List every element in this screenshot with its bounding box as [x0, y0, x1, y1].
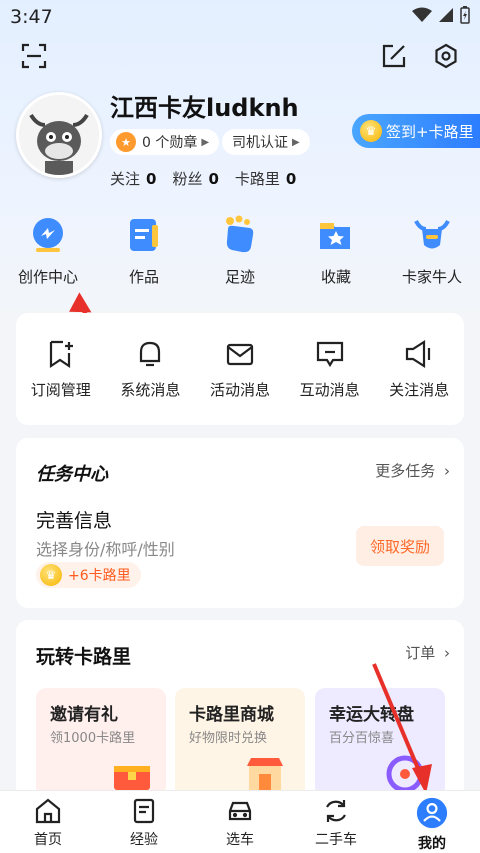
bell-icon: [140, 341, 161, 367]
msg-subscribe[interactable]: 订阅管理: [18, 339, 104, 400]
chevron-right-icon: ›: [444, 462, 450, 480]
battery-icon: [460, 6, 470, 24]
tab-home[interactable]: 首页: [8, 791, 88, 853]
quick-actions: 创作中心 作品 足迹 收藏 卡家牛人: [0, 212, 480, 287]
subscribe-icon: [49, 340, 73, 369]
crown-coin-icon: ♛: [40, 564, 62, 586]
footprint-icon: [217, 212, 263, 258]
document-icon: [133, 798, 155, 824]
driver-cert-pill[interactable]: 司机认证 ▶: [222, 129, 310, 155]
more-tasks-link[interactable]: 更多任务 ›: [375, 460, 450, 481]
chevron-right-icon: ▶: [292, 136, 300, 148]
treasure-chest-icon: [114, 766, 150, 790]
quick-expert[interactable]: 卡家牛人: [387, 212, 477, 287]
settings-icon[interactable]: [430, 40, 462, 72]
quick-favorites[interactable]: 收藏: [291, 212, 381, 287]
task-name: 完善信息: [36, 510, 113, 532]
claim-reward-button[interactable]: 领取奖励: [356, 526, 444, 566]
medals-label: 0 个勋章: [142, 135, 198, 151]
profile-icon: [416, 797, 448, 829]
invite-card[interactable]: 邀请有礼 领1000卡路里: [36, 688, 166, 798]
favorites-icon: [313, 212, 359, 258]
tab-used-car[interactable]: 二手车: [296, 791, 376, 853]
chevron-right-icon: ▶: [201, 136, 210, 148]
works-icon: [121, 212, 167, 258]
home-icon: [35, 798, 61, 824]
expert-icon: [409, 212, 455, 258]
task-center-card: 任务中心 更多任务 › 完善信息 选择身份/称呼/性别 ♛ +6卡路里 领取奖励: [16, 438, 464, 608]
mail-icon: [226, 343, 254, 366]
mall-card[interactable]: 卡路里商城 好物限时兑换: [175, 688, 305, 798]
creation-center-icon: [25, 212, 71, 258]
tab-experience[interactable]: 经验: [104, 791, 184, 853]
task-subtitle: 选择身份/称呼/性别: [36, 540, 175, 559]
msg-follow[interactable]: 关注消息: [376, 339, 462, 400]
scan-icon[interactable]: [18, 40, 50, 72]
reward-label: +6卡路里: [68, 568, 131, 584]
car-icon: [228, 801, 252, 821]
signal-icon: [439, 8, 453, 22]
msg-activity[interactable]: 活动消息: [197, 339, 283, 400]
fun-title: 玩转卡路里: [36, 646, 132, 668]
annotation-arrow-down: [372, 663, 432, 794]
driver-cert-label: 司机认证: [232, 135, 288, 151]
crown-coin-icon: ♛: [360, 120, 382, 142]
quick-footprint[interactable]: 足迹: [195, 212, 285, 287]
edit-icon[interactable]: [378, 40, 410, 72]
checkin-label: 签到+卡路里: [386, 122, 474, 141]
quick-works[interactable]: 作品: [99, 212, 189, 287]
reward-pill: ♛ +6卡路里: [36, 562, 141, 588]
wifi-icon: [412, 7, 432, 22]
avatar[interactable]: [16, 92, 102, 178]
medal-icon: ★: [116, 132, 136, 152]
stat-calories[interactable]: 卡路里 0: [235, 168, 296, 189]
tab-choose-car[interactable]: 选车: [200, 791, 280, 853]
status-icons: [412, 6, 470, 24]
chat-icon: [316, 341, 343, 368]
chevron-right-icon: ›: [444, 644, 450, 662]
medals-pill[interactable]: ★ 0 个勋章 ▶: [110, 129, 220, 155]
messages-card: 订阅管理 系统消息 活动消息 互动消息 关注消息: [16, 313, 464, 425]
stat-following[interactable]: 关注 0: [110, 168, 156, 189]
stat-followers[interactable]: 粉丝 0: [172, 168, 218, 189]
status-time: 3:47: [10, 6, 53, 28]
task-center-title: 任务中心: [36, 464, 108, 485]
profile-stats: 关注 0 粉丝 0 卡路里 0: [110, 168, 296, 189]
recycle-icon: [326, 800, 346, 822]
megaphone-icon: [406, 339, 431, 369]
msg-interaction[interactable]: 互动消息: [287, 339, 373, 400]
checkin-button[interactable]: ♛ 签到+卡路里: [352, 114, 480, 148]
tab-mine[interactable]: 我的: [392, 791, 472, 853]
quick-creation-center[interactable]: 创作中心: [3, 212, 93, 287]
msg-system[interactable]: 系统消息: [107, 339, 193, 400]
bottom-tab-bar: 首页 经验 选车 二手车 我的: [0, 790, 480, 853]
username: 江西卡友ludknh: [110, 94, 299, 122]
shop-icon: [247, 758, 283, 790]
